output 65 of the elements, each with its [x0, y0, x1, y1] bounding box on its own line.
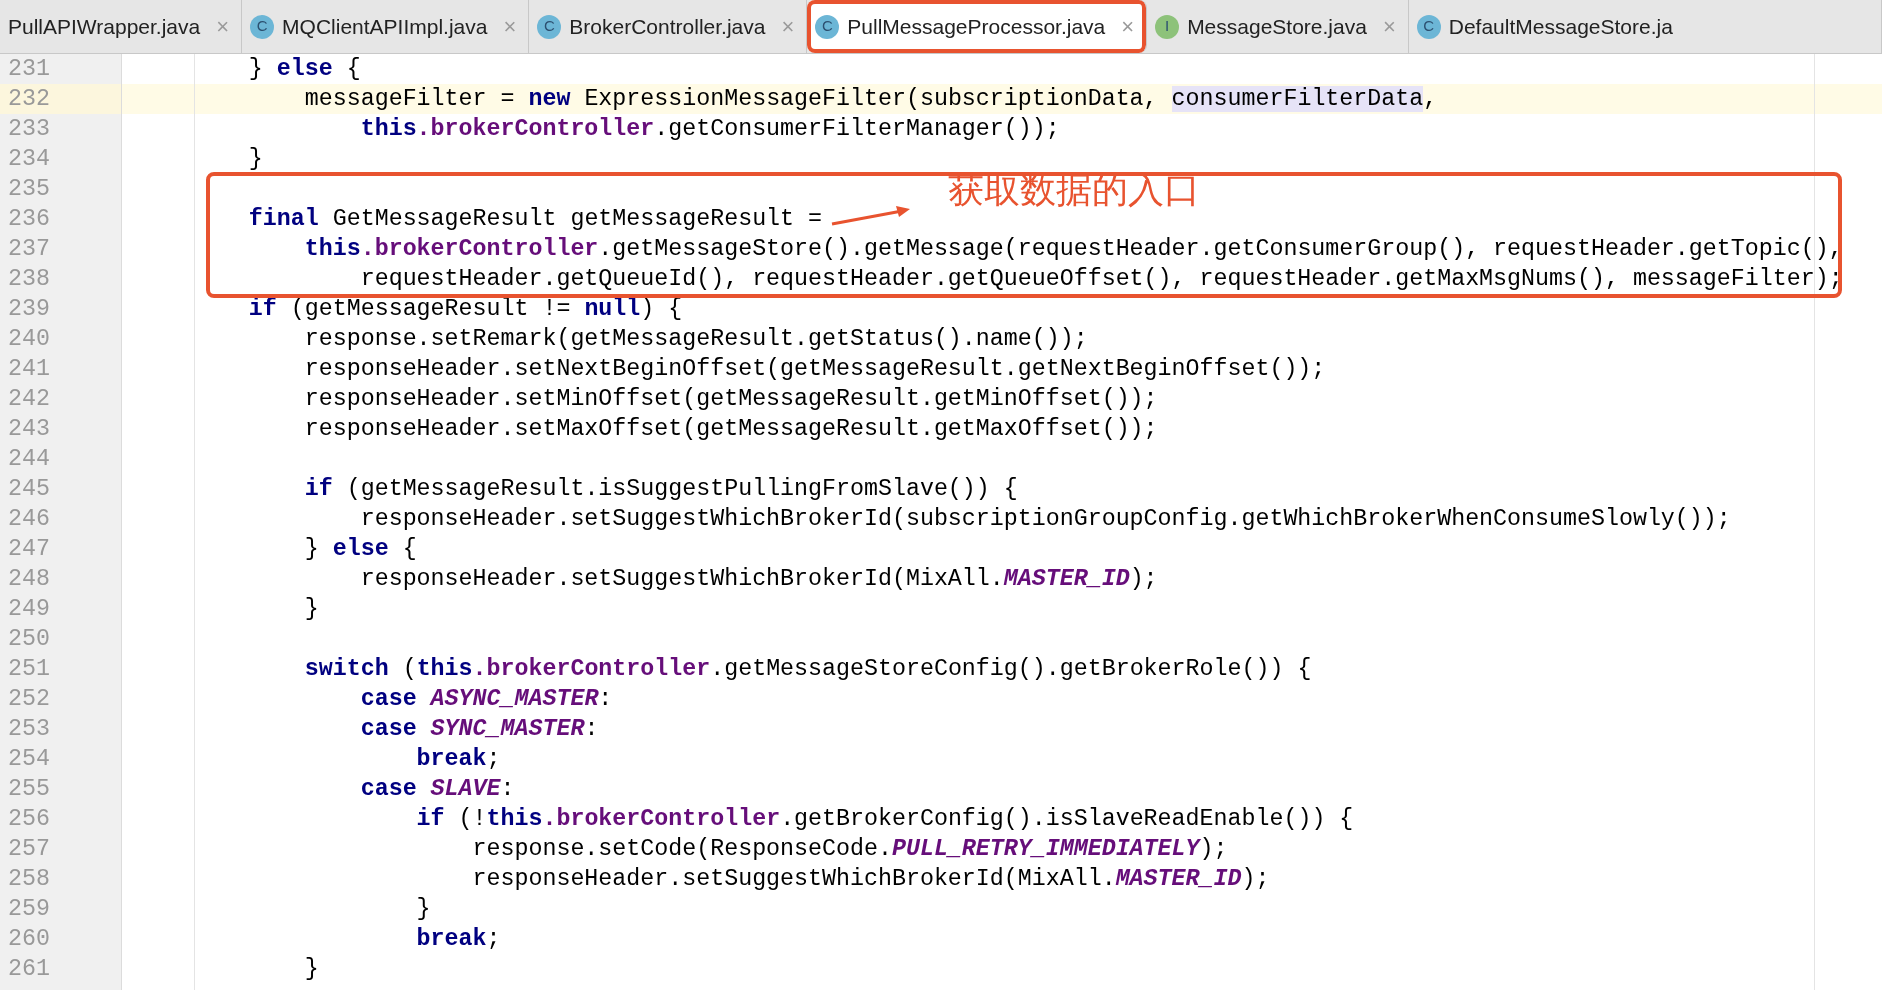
- code-line: responseHeader.setSuggestWhichBrokerId(subscriptionGroupConfig.getWhichBrokerWhenConsumeSlowly());: [359, 504, 1731, 534]
- class-icon: C: [1416, 14, 1441, 39]
- line-number: 251: [8, 654, 50, 684]
- code-line: if (!this.brokerController.getBrokerConfig().isSlaveReadEnable()) {: [415, 804, 1354, 834]
- line-number: 247: [8, 534, 50, 564]
- line-number: 257: [8, 834, 50, 864]
- class-icon: C: [815, 14, 840, 39]
- line-number: 256: [8, 804, 50, 834]
- line-number: 238: [8, 264, 50, 294]
- code-line: }: [415, 894, 431, 924]
- code-line: break;: [415, 924, 501, 954]
- code-line: final GetMessageResult getMessageResult =: [247, 204, 823, 234]
- line-number: 236: [8, 204, 50, 234]
- line-number: 244: [8, 444, 50, 474]
- line-number: 243: [8, 414, 50, 444]
- code-line: responseHeader.setSuggestWhichBrokerId(MixAll.MASTER_ID);: [471, 864, 1270, 894]
- line-number: 239: [8, 294, 50, 324]
- code-line: this.brokerController.getMessageStore().getMessage(requestHeader.getConsumerGroup(), requestHeader.getTopic(),: [303, 234, 1843, 264]
- code-line: switch (this.brokerController.getMessageStoreConfig().getBrokerRole()) {: [303, 654, 1312, 684]
- line-number: 259: [8, 894, 50, 924]
- line-number: 248: [8, 564, 50, 594]
- line-number: 235: [8, 174, 50, 204]
- code-line: }: [303, 954, 319, 984]
- code-line: break;: [415, 744, 501, 774]
- line-number: 237: [8, 234, 50, 264]
- code-line: responseHeader.setMinOffset(getMessageResult.getMinOffset());: [303, 384, 1158, 414]
- line-number: 252: [8, 684, 50, 714]
- line-number: 234: [8, 144, 50, 174]
- editor-tab[interactable]: C PullMessageProcessor.java ×: [807, 0, 1148, 53]
- arrow-icon: [830, 204, 912, 228]
- line-number: 242: [8, 384, 50, 414]
- class-icon: I: [1155, 14, 1180, 39]
- line-number: 241: [8, 354, 50, 384]
- code-line: }: [247, 144, 263, 174]
- class-icon: C: [250, 14, 275, 39]
- code-line: case SYNC_MASTER:: [359, 714, 599, 744]
- line-number: 258: [8, 864, 50, 894]
- line-number: 232: [8, 84, 50, 114]
- line-number: 233: [8, 114, 50, 144]
- code-line: responseHeader.setMaxOffset(getMessageResult.getMaxOffset());: [303, 414, 1158, 444]
- code-line: case ASYNC_MASTER:: [359, 684, 613, 714]
- code-line: this.brokerController.getConsumerFilterManager());: [359, 114, 1060, 144]
- code-line: }: [303, 594, 319, 624]
- line-number: 260: [8, 924, 50, 954]
- line-number: 240: [8, 324, 50, 354]
- line-number: 249: [8, 594, 50, 624]
- line-number: 255: [8, 774, 50, 804]
- line-number: 254: [8, 744, 50, 774]
- code-line: } else {: [303, 534, 417, 564]
- code-line: messageFilter = new ExpressionMessageFilter(subscriptionData, consumerFilterData,: [303, 84, 1438, 114]
- class-icon: C: [537, 14, 562, 39]
- line-number: 231: [8, 54, 50, 84]
- code-line: case SLAVE:: [359, 774, 515, 804]
- line-number: 245: [8, 474, 50, 504]
- code-line: response.setRemark(getMessageResult.getStatus().name());: [303, 324, 1088, 354]
- code-line: responseHeader.setSuggestWhichBrokerId(MixAll.MASTER_ID);: [359, 564, 1158, 594]
- line-number: 250: [8, 624, 50, 654]
- code-line: } else {: [247, 54, 361, 84]
- code-line: response.setCode(ResponseCode.PULL_RETRY_IMMEDIATELY);: [471, 834, 1228, 864]
- code-line: if (getMessageResult.isSuggestPullingFromSlave()) {: [303, 474, 1018, 504]
- code-line: responseHeader.setNextBeginOffset(getMessageResult.getNextBeginOffset());: [303, 354, 1326, 384]
- line-number: 253: [8, 714, 50, 744]
- line-number: 261: [8, 954, 50, 984]
- code-line: requestHeader.getQueueId(), requestHeader.getQueueOffset(), requestHeader.getMaxMsgNums(), messageFilter);: [359, 264, 1843, 294]
- line-number: 246: [8, 504, 50, 534]
